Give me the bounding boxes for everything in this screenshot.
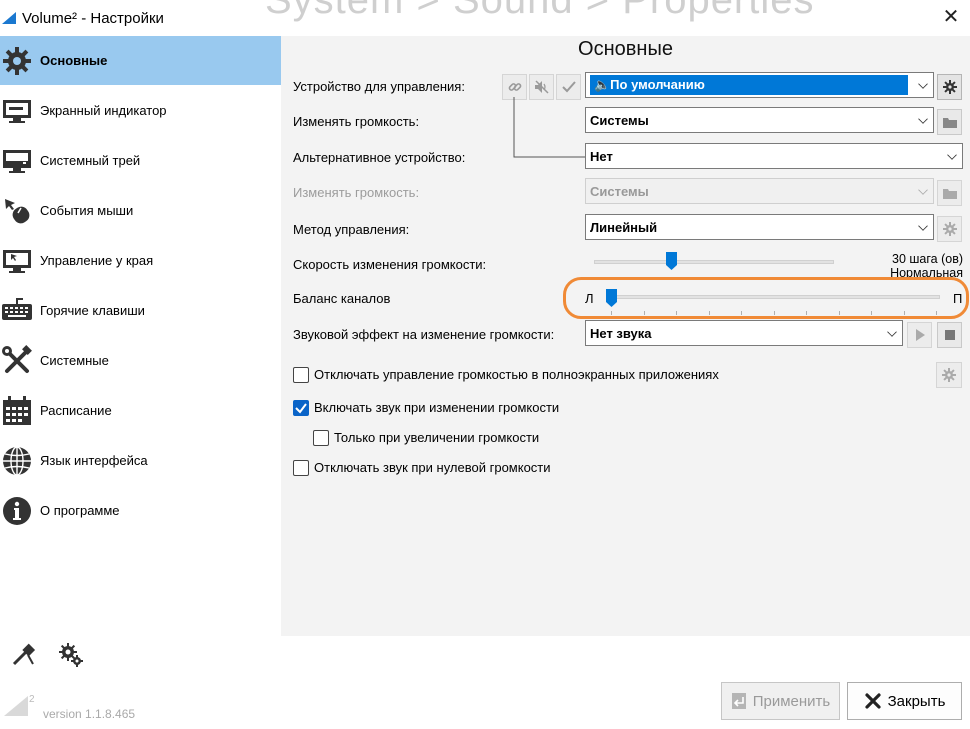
only-on-increase-checkbox[interactable] [313,430,329,446]
method-settings-gear-icon[interactable] [937,216,962,242]
gear-icon [0,44,34,78]
device-label: Устройство для управления: [293,79,465,94]
speed-value: 30 шага (ов) [892,252,963,266]
app-logo-icon [4,696,28,716]
device-selected-value: 🔈По умолчанию [590,75,908,95]
balance-label: Баланс каналов [293,291,391,306]
logo-superscript: 2 [29,694,35,705]
close-label: Закрыть [887,692,946,710]
close-icon[interactable]: ✕ [942,7,960,27]
close-x-icon [865,693,881,709]
mute-at-zero-checkbox[interactable] [293,460,309,476]
alt-volume-change-label: Изменять громкость: [293,185,420,200]
version-text: version 1.1.8.465 [43,707,136,721]
screen-edge-icon [0,244,34,278]
tray-icon [0,144,34,178]
title-bar: System > Sound > Properties Volume² - На… [0,0,970,36]
window-title: Volume² - Настройки [22,10,164,27]
sound-effect-value: Нет звука [590,325,652,341]
sidebar-item-label: Системный трей [40,153,141,168]
sidebar-item-label: Управление у края [40,253,154,268]
keyboard-icon [0,294,34,328]
background-window-text: System > Sound > Properties [265,0,815,22]
volume-change-label: Изменять громкость: [293,114,420,129]
sidebar-item-schedule[interactable]: Расписание [0,386,281,435]
chevron-down-icon [918,221,928,231]
info-icon [0,494,34,528]
device-settings-gear-icon[interactable] [937,74,962,100]
volume-change-select[interactable]: Системы [585,107,934,133]
stop-icon[interactable] [937,322,962,348]
alt-volume-change-select[interactable]: Системы [585,178,934,204]
alt-volume-change-value: Системы [590,183,649,199]
sidebar-item-language[interactable]: Язык интерфейса [0,436,281,485]
sidebar-item-tray[interactable]: Системный трей [0,136,281,185]
volume-change-value: Системы [590,112,649,128]
apply-icon [731,693,746,709]
sidebar-item-label: Экранный индикатор [40,103,167,118]
speed-label: Скорость изменения громкости: [293,257,487,272]
fullscreen-disable-checkbox[interactable] [293,367,309,383]
monitor-icon [0,94,34,128]
sound-effect-label: Звуковой эффект на изменение громкости: [293,327,555,342]
sidebar-item-system[interactable]: Системные [0,336,281,385]
gears-settings-icon[interactable] [58,642,84,668]
sound-effect-select[interactable]: Нет звука [585,320,903,346]
sidebar-item-about[interactable]: О программе [0,486,281,535]
brush-icon[interactable] [10,642,36,668]
folder-icon[interactable] [937,180,962,206]
folder-icon[interactable] [937,109,962,135]
device-select[interactable]: 🔈По умолчанию [585,72,934,98]
chevron-down-icon [918,185,928,195]
sidebar: Основные Экранный индикатор Системный тр… [0,36,281,636]
alt-device-label: Альтернативное устройство: [293,150,466,165]
mute-at-zero-label[interactable]: Отключать звук при нулевой громкости [314,460,551,475]
fullscreen-settings-gear-icon[interactable] [936,362,962,388]
fullscreen-disable-label[interactable]: Отключать управление громкостью в полноэ… [314,367,719,382]
unmute-on-change-checkbox[interactable] [293,400,309,416]
device-link-connector [513,97,586,158]
app-logo-icon [2,12,16,24]
calendar-icon [0,394,34,428]
only-on-increase-label[interactable]: Только при увеличении громкости [334,430,539,445]
sidebar-item-osd[interactable]: Экранный индикатор [0,86,281,135]
sidebar-item-mouse[interactable]: События мыши [0,186,281,235]
control-method-select[interactable]: Линейный [585,214,934,240]
balance-highlight-annotation [563,277,969,319]
chevron-down-icon [918,114,928,124]
close-button[interactable]: Закрыть [847,682,962,720]
chevron-down-icon [918,79,928,89]
alt-device-select[interactable]: Нет [585,143,963,169]
sidebar-item-screen-edge[interactable]: Управление у края [0,236,281,285]
control-method-value: Линейный [590,219,658,235]
speed-slider-track[interactable] [594,260,834,264]
sidebar-item-label: Язык интерфейса [40,453,148,468]
sidebar-item-label: О программе [40,503,120,518]
speed-slider-thumb[interactable] [666,252,677,270]
chevron-down-icon [947,150,957,160]
control-method-label: Метод управления: [293,222,410,237]
checkmark-icon [295,403,307,414]
sidebar-item-hotkeys[interactable]: Горячие клавиши [0,286,281,335]
sidebar-item-label: Системные [40,353,109,368]
alt-device-value: Нет [590,148,613,164]
sidebar-item-label: Расписание [40,403,112,418]
play-icon[interactable] [907,322,932,348]
chevron-down-icon [887,327,897,337]
sidebar-item-general[interactable]: Основные [0,36,281,85]
page-title: Основные [578,38,673,60]
sidebar-item-label: Горячие клавиши [40,303,145,318]
mouse-icon [0,194,34,228]
sidebar-item-label: Основные [40,53,108,68]
apply-button[interactable]: Применить [721,682,840,720]
apply-label: Применить [752,692,831,710]
tools-icon [0,344,34,378]
sidebar-item-label: События мыши [40,203,134,218]
unmute-on-change-label[interactable]: Включать звук при изменении громкости [314,400,559,415]
globe-icon [0,444,34,478]
